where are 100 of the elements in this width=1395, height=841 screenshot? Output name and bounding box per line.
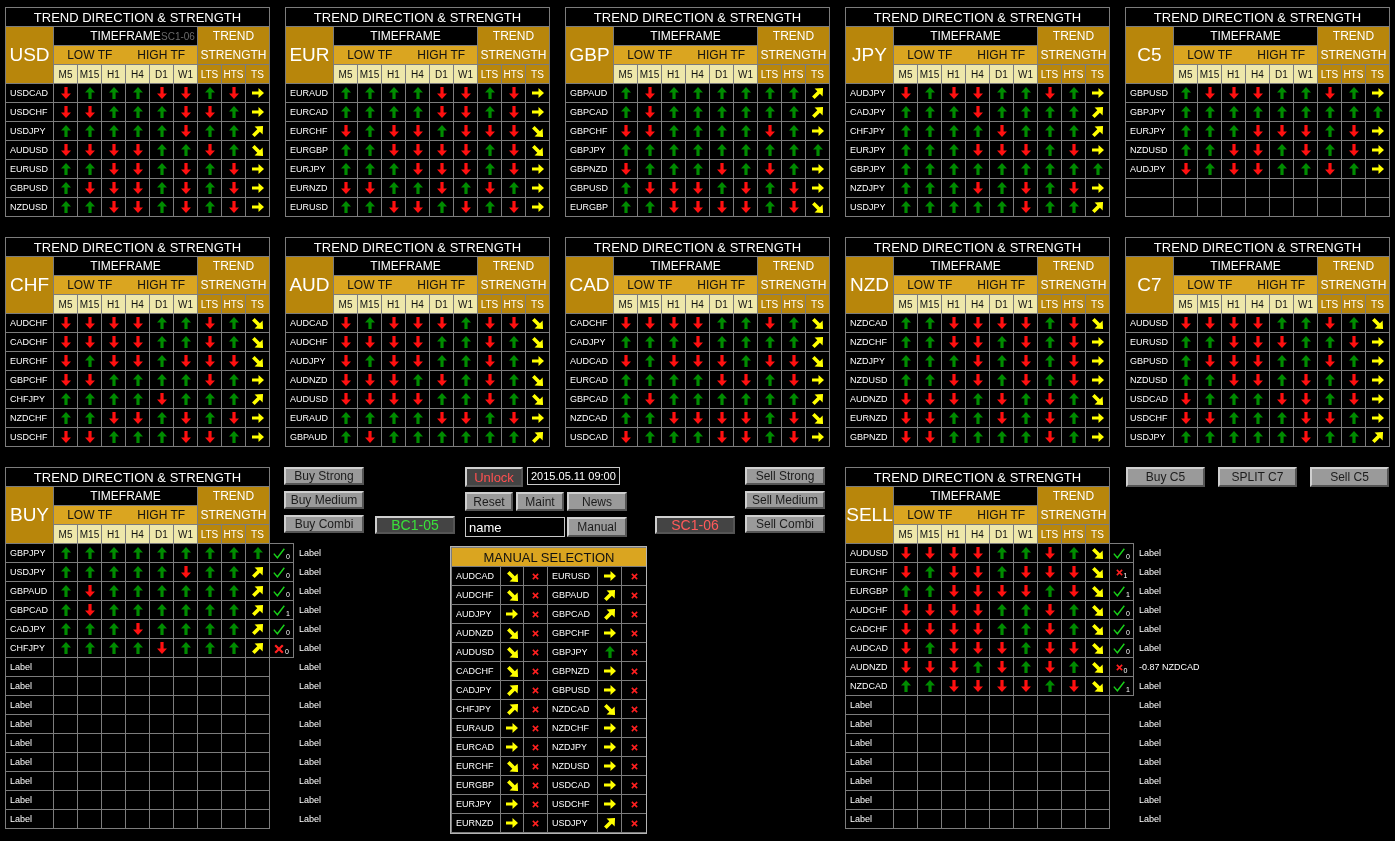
pair-label: AUDNZD [846, 390, 893, 408]
pair-label[interactable]: CADJPY [452, 681, 500, 699]
pair-label: GBPNZD [846, 428, 893, 446]
group-header: HIGH TF [137, 278, 186, 292]
pair-label[interactable]: GBPNZD [548, 662, 597, 680]
column-header: TS [246, 295, 269, 313]
cluster-button[interactable]: Buy C5 [1126, 467, 1205, 487]
note-label: Label [1139, 548, 1162, 558]
buy-button[interactable]: Buy Medium [284, 491, 364, 509]
pair-label[interactable]: USDCHF [548, 795, 597, 813]
pair-label: GBPAUD [566, 84, 613, 102]
tool-button[interactable]: Maint [516, 492, 564, 511]
row-label: Label [6, 753, 53, 771]
column-header: M5 [1174, 295, 1197, 313]
column-header: TS [526, 65, 549, 83]
column-header: M15 [78, 525, 101, 543]
panel-title: TREND DIRECTION & STRENGTH [566, 8, 829, 26]
tool-button[interactable]: Reset [465, 492, 513, 511]
group-header: TREND [1332, 259, 1375, 274]
pair-label[interactable]: USDJPY [548, 814, 597, 832]
pair-label[interactable]: NZDCAD [548, 700, 597, 718]
pair-label[interactable]: EURGBP [452, 776, 500, 794]
cluster-button[interactable]: Sell C5 [1310, 467, 1389, 487]
group-header: TREND [1052, 259, 1095, 274]
pair-label[interactable]: NZDCHF [548, 719, 597, 737]
manual-button[interactable]: Manual [567, 517, 627, 537]
column-header: M5 [894, 295, 917, 313]
pair-label[interactable]: GBPCHF [548, 624, 597, 642]
cluster-button[interactable]: SPLIT C7 [1218, 467, 1297, 487]
pair-label: CADCHF [846, 620, 893, 638]
panel-title: TREND DIRECTION & STRENGTH [1126, 8, 1389, 26]
pair-label: AUDJPY [846, 84, 893, 102]
pair-label[interactable]: NZDUSD [548, 757, 597, 775]
pair-label[interactable]: EURCAD [452, 738, 500, 756]
pair-label[interactable]: EURJPY [452, 795, 500, 813]
pair-label: NZDJPY [846, 352, 893, 370]
column-header: M15 [638, 65, 661, 83]
row-label: Label [6, 658, 53, 676]
group-header: TREND [212, 259, 255, 274]
pair-label[interactable]: CHFJPY [452, 700, 500, 718]
pair-label[interactable]: GBPUSD [548, 681, 597, 699]
pair-label: EURUSD [286, 198, 333, 216]
pair-label: NZDUSD [1126, 371, 1173, 389]
column-header: D1 [430, 65, 453, 83]
row-label: Label [6, 715, 53, 733]
buy-button[interactable]: Buy Strong [284, 467, 364, 485]
note-label: Label [299, 776, 322, 786]
panel-title: TREND DIRECTION & STRENGTH [6, 468, 269, 486]
note-label: Label [299, 719, 322, 729]
pair-label[interactable]: AUDJPY [452, 605, 500, 623]
column-header: HTS [1342, 65, 1365, 83]
column-header: H1 [942, 65, 965, 83]
note-label: Label [299, 795, 322, 805]
pair-label: USDJPY [6, 563, 53, 581]
column-header: H1 [102, 65, 125, 83]
tool-button[interactable]: News [567, 492, 627, 511]
column-header: H1 [1222, 65, 1245, 83]
pair-label[interactable]: USDCAD [548, 776, 597, 794]
pair-label[interactable]: GBPAUD [548, 586, 597, 604]
pair-label[interactable]: AUDCHF [452, 586, 500, 604]
pair-label[interactable]: CADCHF [452, 662, 500, 680]
group-header: LOW TF [67, 278, 113, 292]
column-header: TS [1086, 525, 1109, 543]
pair-label[interactable]: AUDNZD [452, 624, 500, 642]
column-header: H1 [942, 295, 965, 313]
pair-label: GBPCAD [6, 601, 53, 619]
group-header: HIGH TF [417, 278, 466, 292]
pair-label: GBPAUD [6, 582, 53, 600]
pair-label[interactable]: EURUSD [548, 567, 597, 585]
pair-label: CADJPY [6, 620, 53, 638]
sell-button[interactable]: Sell Combi [745, 515, 825, 533]
name-field[interactable]: name [465, 517, 565, 537]
panel-title: TREND DIRECTION & STRENGTH [846, 468, 1109, 486]
pair-label[interactable]: GBPCAD [548, 605, 597, 623]
pair-label[interactable]: AUDCAD [452, 567, 500, 585]
buy-button[interactable]: Buy Combi [284, 515, 364, 533]
datetime-field[interactable]: 2015.05.11 09:00 [527, 467, 620, 485]
sell-button[interactable]: Sell Strong [745, 467, 825, 485]
pair-label[interactable]: GBPJPY [548, 643, 597, 661]
pair-label[interactable]: NZDJPY [548, 738, 597, 756]
group-header: HIGH TF [137, 48, 186, 62]
pair-label[interactable]: EURNZD [452, 814, 500, 832]
row-label: Label [6, 810, 53, 828]
column-header: D1 [990, 525, 1013, 543]
pair-label: AUDNZD [286, 371, 333, 389]
pair-label: AUDUSD [846, 544, 893, 562]
pair-label[interactable]: EURAUD [452, 719, 500, 737]
pair-label[interactable]: EURCHF [452, 757, 500, 775]
currency-label: SELL [846, 487, 893, 543]
group-header: LOW TF [67, 508, 113, 522]
column-header: M15 [78, 295, 101, 313]
column-header: M15 [1198, 65, 1221, 83]
note-label: Label [1139, 700, 1162, 710]
note-label: Label [299, 548, 322, 558]
column-header: HTS [1062, 295, 1085, 313]
code-button[interactable]: BC1-05 [375, 516, 455, 534]
pair-label[interactable]: AUDUSD [452, 643, 500, 661]
note-label: Label [1139, 605, 1162, 615]
row-label: Label [6, 772, 53, 790]
sell-button[interactable]: Sell Medium [745, 491, 825, 509]
